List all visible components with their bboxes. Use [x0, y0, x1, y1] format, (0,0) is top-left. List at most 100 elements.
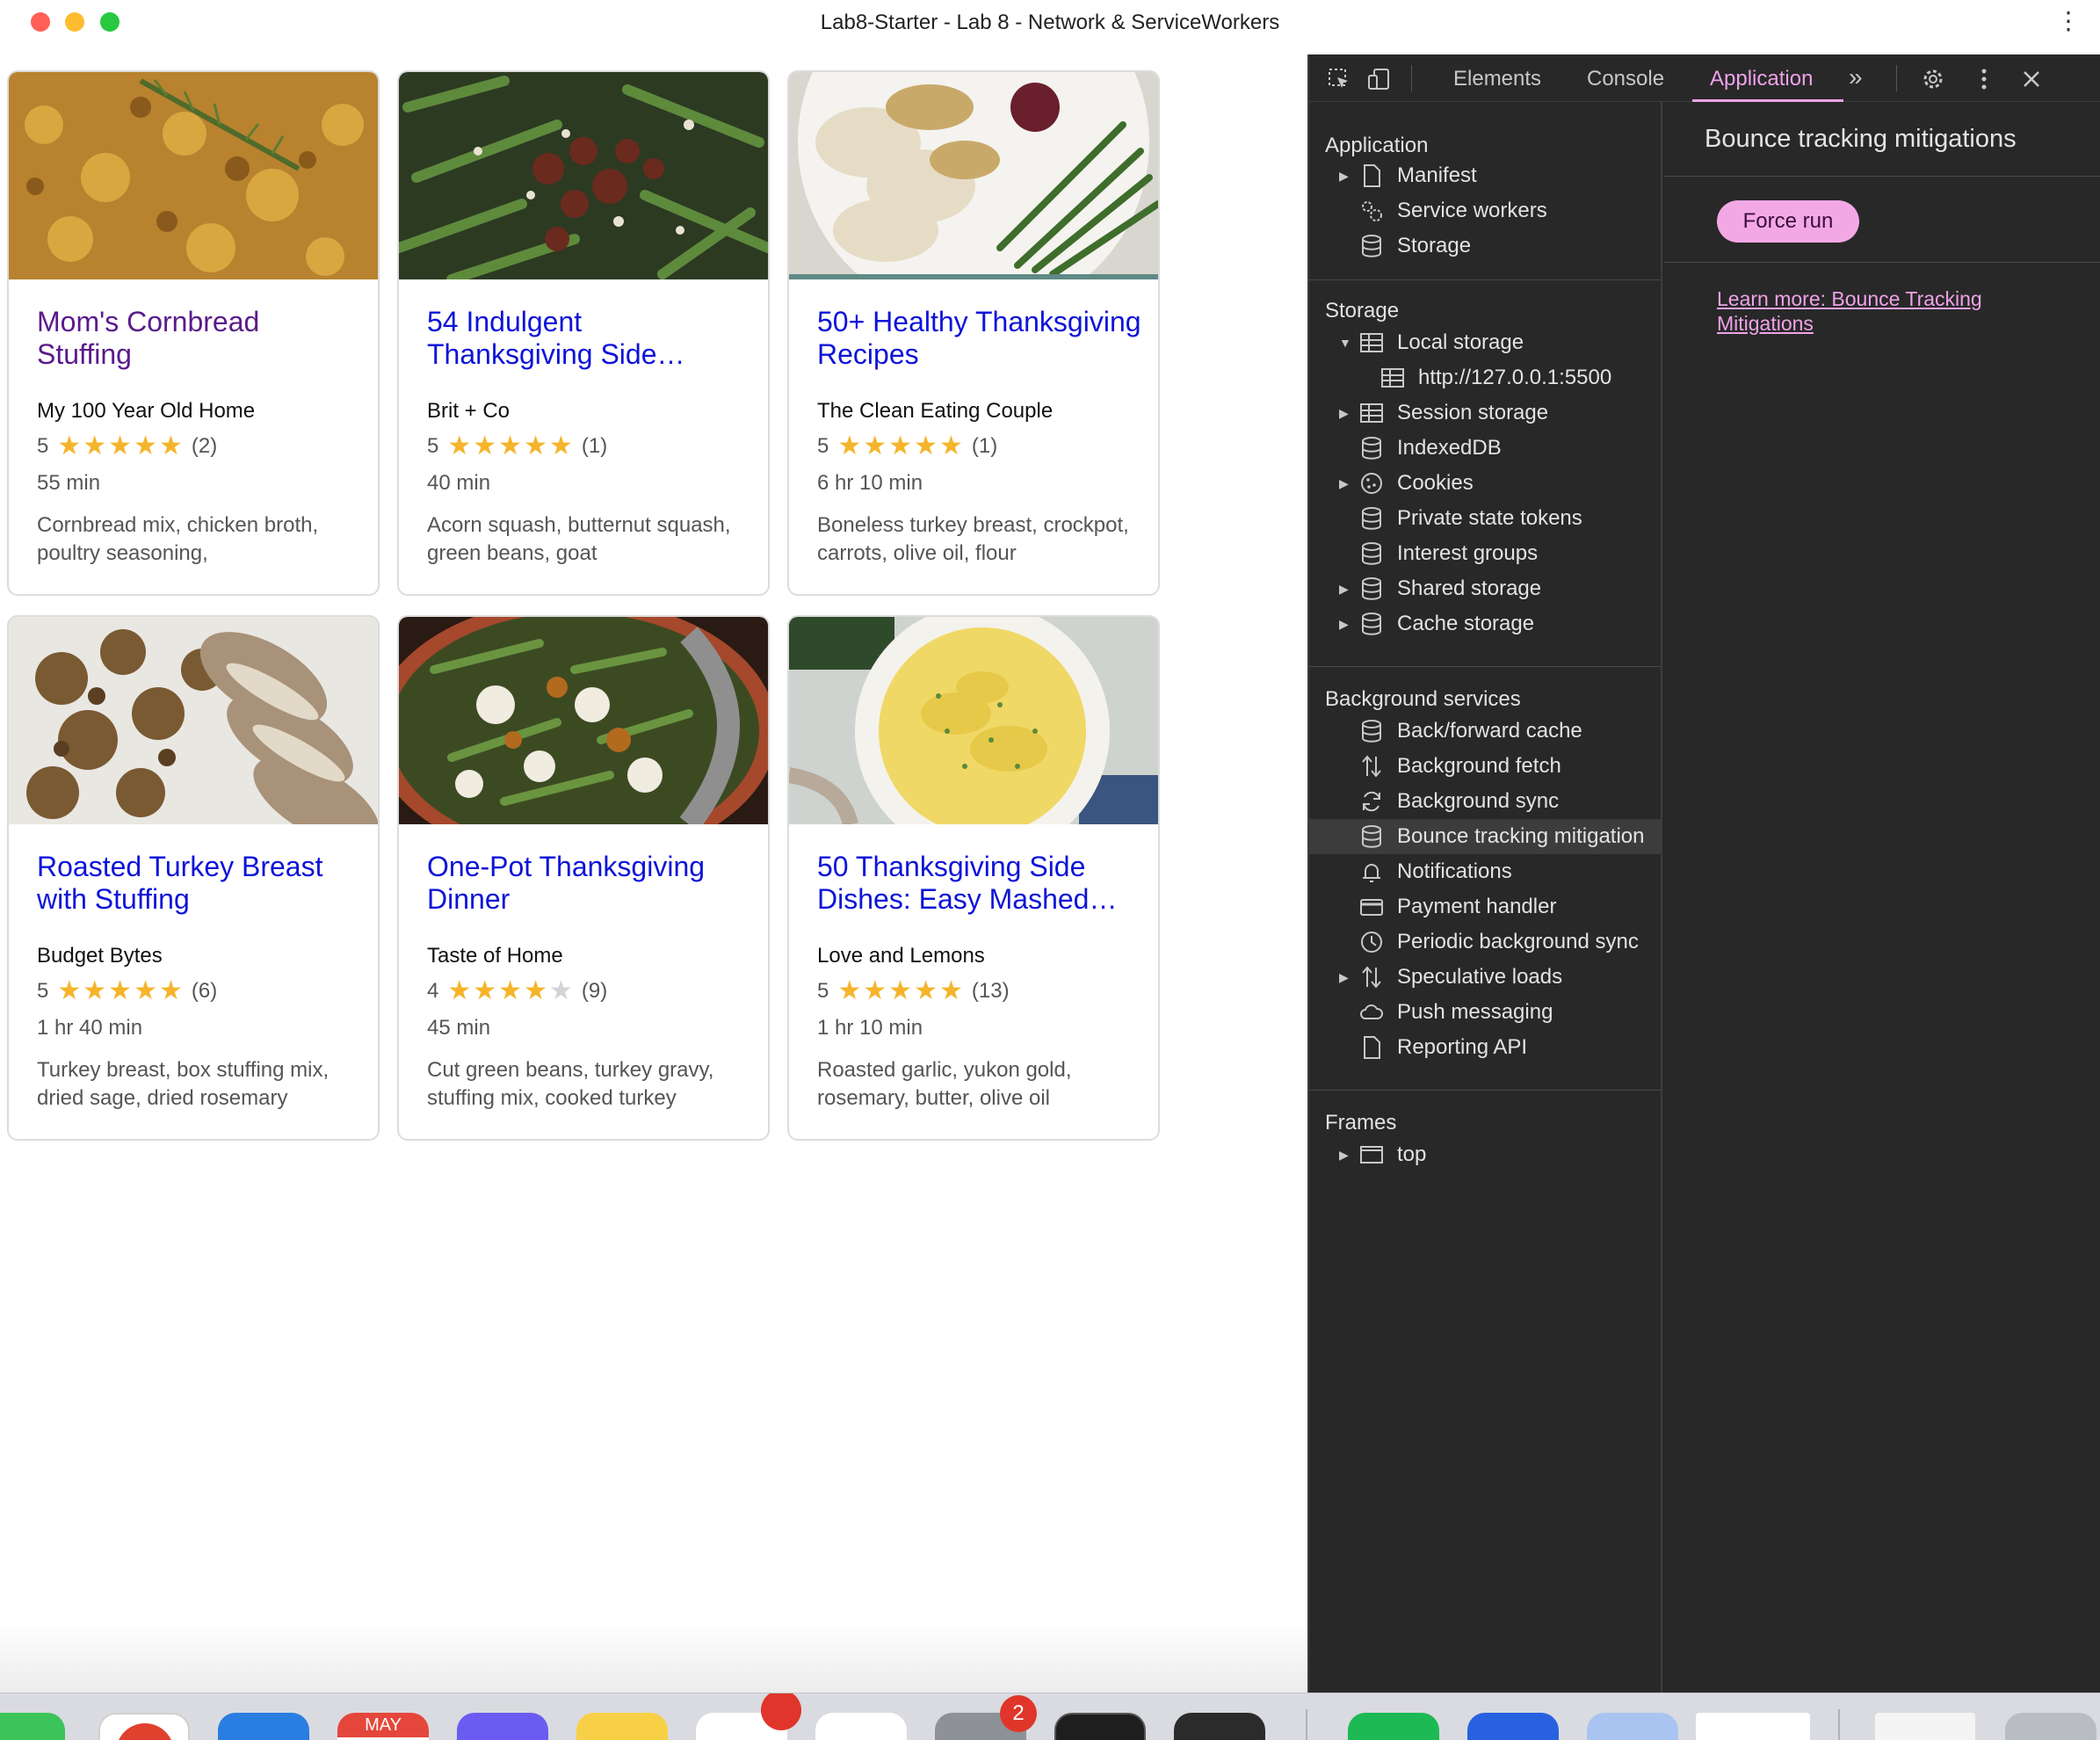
- notes-dock-icon[interactable]: [576, 1713, 668, 1740]
- sidebar-item-background-sync[interactable]: Background sync: [1309, 784, 1661, 819]
- terminal-dock-icon[interactable]: [1054, 1713, 1146, 1740]
- recipe-card[interactable]: 50+ Healthy Thanksgiving Recipes The Cle…: [787, 70, 1160, 596]
- collapse-arrow-icon[interactable]: ▼: [1339, 336, 1351, 350]
- sidebar-item-back-forward-cache[interactable]: Back/forward cache: [1309, 714, 1661, 749]
- recipe-title-link[interactable]: 54 Indulgent Thanksgiving Side…: [427, 306, 752, 371]
- sidebar-item-shared-storage[interactable]: ▶ Shared storage: [1309, 571, 1661, 606]
- sidebar-item-storage[interactable]: Storage: [1309, 228, 1661, 264]
- star-icon: ★: [863, 976, 887, 1005]
- up-down-arrows-icon: [1362, 755, 1381, 778]
- expand-arrow-icon[interactable]: ▶: [1339, 476, 1351, 491]
- sidebar-item-local-origin[interactable]: http://127.0.0.1:5500: [1309, 360, 1661, 395]
- force-run-button[interactable]: Force run: [1717, 200, 1859, 243]
- mail-dock-icon[interactable]: [218, 1713, 309, 1740]
- star-rating: ★ ★ ★ ★ ★: [447, 433, 573, 460]
- sidebar-item-cookies[interactable]: ▶ Cookies: [1309, 466, 1661, 501]
- expand-arrow-icon[interactable]: ▶: [1339, 406, 1351, 421]
- recipe-card[interactable]: 54 Indulgent Thanksgiving Side… Brit + C…: [397, 70, 770, 596]
- device-toolbar-icon[interactable]: [1367, 67, 1392, 91]
- sidebar-item-reporting-api[interactable]: Reporting API: [1309, 1030, 1661, 1065]
- expand-arrow-icon[interactable]: ▶: [1339, 582, 1351, 597]
- expand-arrow-icon[interactable]: ▶: [1339, 169, 1351, 184]
- sidebar-item-cache-storage[interactable]: ▶ Cache storage: [1309, 606, 1661, 642]
- recipe-title-link[interactable]: 50 Thanksgiving Side Dishes: Easy Mashed…: [817, 851, 1142, 916]
- sidebar-item-label: Background fetch: [1397, 754, 1561, 778]
- review-count: (9): [581, 979, 608, 1003]
- star-icon: ★: [473, 976, 497, 1005]
- gear-icon[interactable]: [1921, 67, 1945, 91]
- sidebar-item-label: Session storage: [1397, 401, 1549, 424]
- expand-arrow-icon[interactable]: ▶: [1339, 970, 1351, 985]
- sidebar-item-frame-top[interactable]: ▶ top: [1309, 1137, 1661, 1172]
- tab-console[interactable]: Console: [1587, 67, 1664, 91]
- database-icon: [1362, 437, 1381, 460]
- document-thumbnail[interactable]: [1696, 1713, 1810, 1740]
- window-titlebar: Lab8-Starter - Lab 8 - Network & Service…: [0, 0, 2100, 46]
- recipe-card[interactable]: Roasted Turkey Breast with Stuffing Budg…: [7, 615, 380, 1141]
- kebab-icon[interactable]: ⋮: [2056, 9, 2081, 33]
- page-bottom-fade: [0, 1622, 1307, 1693]
- recipe-source: My 100 Year Old Home: [37, 399, 256, 423]
- expand-arrow-icon[interactable]: ▶: [1339, 1148, 1351, 1163]
- obsidian-dock-icon[interactable]: [1174, 1713, 1265, 1740]
- spotify-dock-icon[interactable]: [1348, 1713, 1439, 1740]
- trash-dock-icon[interactable]: [2005, 1713, 2096, 1740]
- inspect-element-icon[interactable]: [1327, 67, 1351, 91]
- sidebar-item-background-fetch[interactable]: Background fetch: [1309, 749, 1661, 784]
- recipe-title-link[interactable]: 50+ Healthy Thanksgiving Recipes: [817, 306, 1142, 371]
- star-icon: ★: [134, 431, 157, 460]
- rating-value: 5: [817, 979, 829, 1003]
- sidebar-item-speculative-loads[interactable]: ▶ Speculative loads: [1309, 960, 1661, 995]
- dock-divider: [1306, 1709, 1307, 1740]
- recipe-source: The Clean Eating Couple: [817, 399, 1054, 423]
- recipe-time: 1 hr 10 min: [817, 1016, 923, 1040]
- finder-window-dock-icon[interactable]: [1587, 1713, 1678, 1740]
- recipe-title-link[interactable]: Mom's Cornbread Stuffing: [37, 306, 362, 371]
- pane-divider: [1664, 176, 2100, 177]
- learn-more-link[interactable]: Learn more: Bounce Tracking Mitigations: [1717, 286, 2068, 336]
- vscode-dock-icon[interactable]: [815, 1713, 907, 1740]
- star-icon: ★: [447, 431, 472, 460]
- recipe-ingredients: Turkey breast, box stuffing mix, dried s…: [37, 1058, 329, 1110]
- recipe-title-link[interactable]: Roasted Turkey Breast with Stuffing: [37, 851, 362, 916]
- sidebar-item-local-storage[interactable]: ▼ Local storage: [1309, 325, 1661, 360]
- sidebar-item-push-messaging[interactable]: Push messaging: [1309, 995, 1661, 1030]
- tab-application[interactable]: Application: [1710, 67, 1813, 91]
- recipe-time: 6 hr 10 min: [817, 471, 923, 495]
- close-icon[interactable]: [2019, 67, 2044, 91]
- sidebar-item-service-workers[interactable]: Service workers: [1309, 193, 1661, 228]
- more-tabs-button[interactable]: »: [1849, 63, 1863, 91]
- sidebar-item-periodic-sync[interactable]: Periodic background sync: [1309, 924, 1661, 960]
- calendar-dock-icon[interactable]: MAY: [337, 1713, 429, 1740]
- recipe-card[interactable]: Mom's Cornbread Stuffing My 100 Year Old…: [7, 70, 380, 596]
- sidebar-item-indexeddb[interactable]: IndexedDB: [1309, 431, 1661, 466]
- sidebar-item-bounce-tracking[interactable]: Bounce tracking mitigation: [1309, 819, 1661, 854]
- screenshot-thumbnail[interactable]: [1875, 1713, 1975, 1740]
- recipe-source: Love and Lemons: [817, 944, 985, 968]
- recipe-card[interactable]: One-Pot Thanksgiving Dinner Taste of Hom…: [397, 615, 770, 1141]
- messages-dock-icon[interactable]: [0, 1713, 65, 1740]
- sidebar-item-label: Cookies: [1397, 471, 1474, 495]
- review-count: (2): [191, 434, 218, 458]
- tab-elements[interactable]: Elements: [1453, 67, 1541, 91]
- sidebar-item-private-state-tokens[interactable]: Private state tokens: [1309, 501, 1661, 536]
- star-icon: ★: [57, 431, 82, 460]
- chrome-dock-icon[interactable]: [98, 1713, 190, 1740]
- sidebar-item-manifest[interactable]: ▶ Manifest: [1309, 158, 1661, 193]
- star-icon: ★: [134, 976, 157, 1005]
- dock-divider: [1838, 1709, 1840, 1740]
- discord-dock-icon[interactable]: [457, 1713, 548, 1740]
- expand-arrow-icon[interactable]: ▶: [1339, 617, 1351, 632]
- zoom-dock-icon[interactable]: [1467, 1713, 1559, 1740]
- sidebar-item-notifications[interactable]: Notifications: [1309, 854, 1661, 889]
- kebab-icon[interactable]: [1972, 67, 1996, 91]
- star-icon: ★: [524, 976, 547, 1005]
- sidebar-item-session-storage[interactable]: ▶ Session storage: [1309, 395, 1661, 431]
- sidebar-item-payment-handler[interactable]: Payment handler: [1309, 889, 1661, 924]
- recipe-card[interactable]: 50 Thanksgiving Side Dishes: Easy Mashed…: [787, 615, 1160, 1141]
- sidebar-item-label: Service workers: [1397, 199, 1547, 222]
- database-icon: [1362, 507, 1381, 530]
- recipe-title-link[interactable]: One-Pot Thanksgiving Dinner: [427, 851, 752, 916]
- section-heading-storage: Storage: [1325, 299, 1400, 323]
- sidebar-item-interest-groups[interactable]: Interest groups: [1309, 536, 1661, 571]
